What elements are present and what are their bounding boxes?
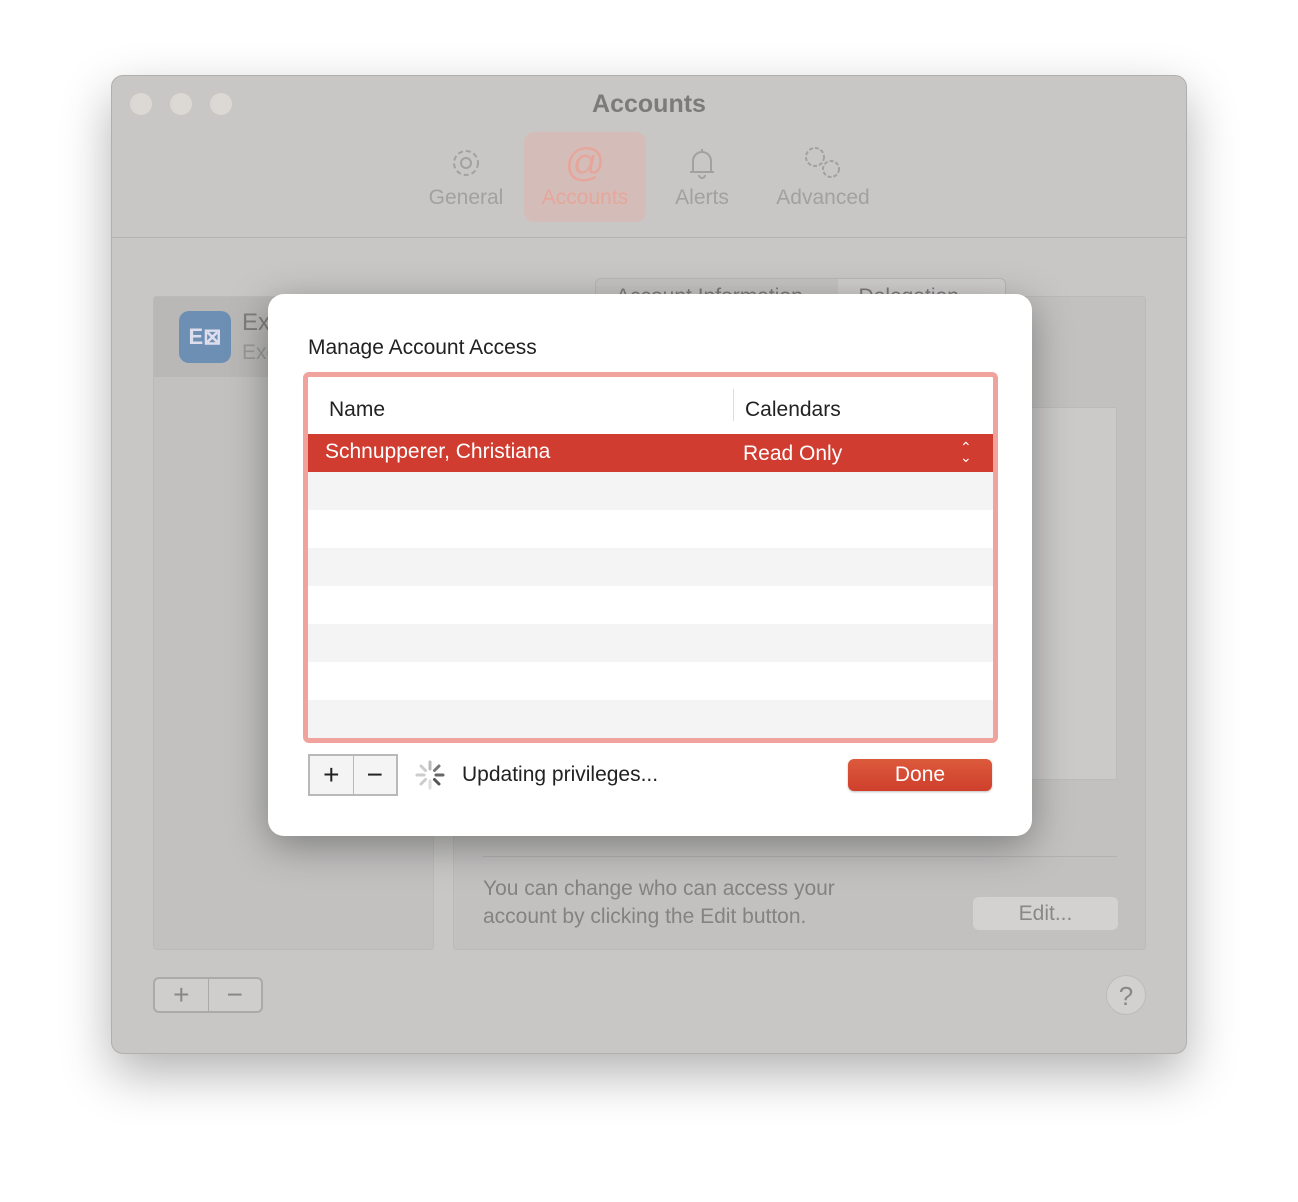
delegate-add-remove: + − [308,754,398,796]
svg-text:@: @ [566,144,604,182]
at-icon: @ [566,144,604,182]
access-table[interactable]: Name Calendars Schnupperer, Christiana R… [303,372,998,743]
done-button[interactable]: Done [848,759,992,791]
toolbar-label: Accounts [541,186,629,209]
account-add-remove: + − [153,977,263,1013]
gears-icon [805,147,840,178]
toolbar-alerts[interactable]: Alerts [641,132,763,222]
toolbar-general[interactable]: General [405,132,527,222]
toolbar-label: Alerts [675,186,729,209]
chevron-updown-icon: ⌃ ⌄ [960,439,972,465]
column-header-calendars[interactable]: Calendars [745,398,841,422]
toolbar-divider [112,237,1186,238]
table-header: Name Calendars [308,377,993,434]
calendars-permission-select[interactable]: Read Only [743,442,842,466]
add-account-button[interactable]: + [155,979,209,1011]
row-name: Schnupperer, Christiana [325,440,551,463]
column-divider [733,389,734,421]
edit-button[interactable]: Edit... [973,897,1118,930]
toolbar-advanced[interactable]: Advanced [762,132,884,222]
toolbar-label: Advanced [776,186,870,209]
empty-row [308,700,993,738]
info-text: You can change who can access your accoun… [483,877,835,928]
column-header-name[interactable]: Name [329,398,385,422]
account-name: Ex [242,309,271,336]
spinner-icon [415,760,445,790]
table-row[interactable]: Schnupperer, Christiana Read Only ⌃ ⌄ [308,434,993,472]
add-delegate-button[interactable]: + [310,756,354,794]
exchange-icon: E⊠ [179,311,231,363]
divider [483,856,1117,857]
empty-row [308,472,993,510]
empty-row [308,624,993,662]
window-title: Accounts [592,90,706,118]
remove-account-button[interactable]: − [209,979,262,1011]
dialog-title: Manage Account Access [308,336,537,359]
empty-row [308,548,993,586]
remove-delegate-button[interactable]: − [354,756,397,794]
status-text: Updating privileges... [462,763,659,786]
bell-icon [690,149,714,179]
help-button[interactable]: ? [1106,975,1146,1015]
manage-account-access-dialog: Manage Account Access Name Calendars Sch… [268,294,1032,836]
gear-icon [453,150,479,176]
toolbar-label: General [428,186,504,209]
toolbar-accounts[interactable]: @ Accounts [524,132,646,222]
